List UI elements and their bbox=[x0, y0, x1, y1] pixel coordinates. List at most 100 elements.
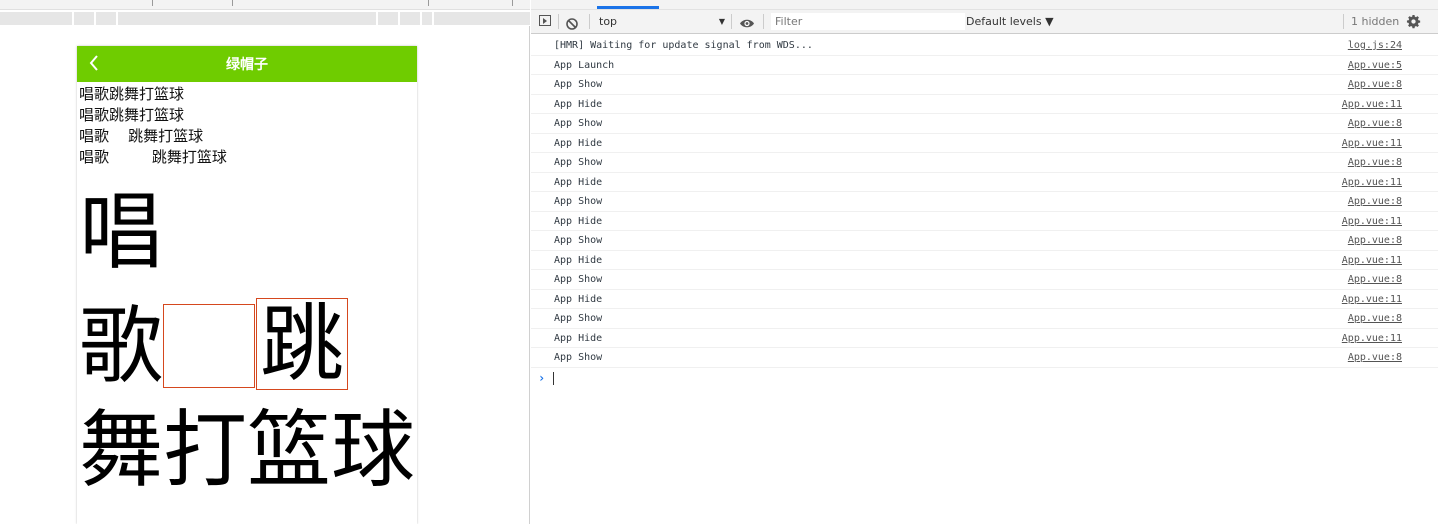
log-source-link[interactable]: App.vue:8 bbox=[1348, 231, 1402, 250]
simulator-pane: 绿帽子 唱歌跳舞打篮球 唱歌跳舞打篮球 唱歌 跳舞打篮球 唱歌 跳舞打篮球 唱 … bbox=[0, 0, 530, 524]
log-source-link[interactable]: App.vue:8 bbox=[1348, 348, 1402, 367]
log-row: App Launch App.vue:5 bbox=[531, 56, 1438, 75]
log-source-link[interactable]: App.vue:11 bbox=[1342, 290, 1402, 309]
log-message: [HMR] Waiting for update signal from WDS… bbox=[554, 40, 813, 51]
simulator-ruler bbox=[0, 10, 530, 26]
top-bar-tick bbox=[232, 0, 233, 6]
log-message: App Show bbox=[554, 118, 603, 129]
log-source-link[interactable]: App.vue:11 bbox=[1342, 251, 1402, 270]
large-char: 唱 bbox=[79, 183, 164, 281]
prompt-chevron-icon: › bbox=[538, 370, 546, 385]
text-line: 唱歌 跳舞打篮球 bbox=[79, 127, 204, 145]
ruler-segment bbox=[434, 12, 530, 25]
large-char: 跳 bbox=[260, 295, 345, 393]
log-message: App Show bbox=[554, 313, 603, 324]
log-levels-dropdown[interactable]: Default levels ▼ bbox=[966, 10, 1054, 33]
devtools-tab-strip bbox=[531, 0, 1438, 10]
toolbar-divider bbox=[763, 14, 764, 29]
navigation-bar: 绿帽子 bbox=[77, 46, 417, 82]
large-text-block: 唱 歌 跳 舞打篮球 bbox=[79, 168, 417, 492]
toolbar-divider bbox=[731, 14, 732, 29]
log-source-link[interactable]: App.vue:11 bbox=[1342, 173, 1402, 192]
top-bar-tick bbox=[152, 0, 153, 6]
ruler-segment bbox=[378, 12, 398, 25]
log-row: App Hide App.vue:11 bbox=[531, 134, 1438, 153]
sidebar-toggle-icon[interactable] bbox=[539, 15, 551, 26]
top-bar-tick bbox=[428, 0, 429, 6]
ruler-segment bbox=[0, 12, 72, 25]
log-source-link[interactable]: App.vue:8 bbox=[1348, 75, 1402, 94]
log-source-link[interactable]: log.js:24 bbox=[1348, 36, 1402, 55]
red-box-char: 跳 bbox=[256, 298, 348, 390]
log-row: App Show App.vue:8 bbox=[531, 75, 1438, 95]
log-row: [HMR] Waiting for update signal from WDS… bbox=[531, 36, 1438, 56]
eye-icon[interactable] bbox=[739, 15, 755, 28]
clear-console-icon[interactable] bbox=[566, 15, 578, 30]
page-content: 唱歌跳舞打篮球 唱歌跳舞打篮球 唱歌 跳舞打篮球 唱歌 跳舞打篮球 唱 歌 跳 … bbox=[79, 84, 417, 492]
log-row: App Hide App.vue:11 bbox=[531, 329, 1438, 348]
text-line: 唱歌 跳舞打篮球 bbox=[79, 148, 227, 166]
eye-glyph bbox=[740, 19, 754, 28]
simulator-top-bar bbox=[0, 0, 530, 10]
log-source-link[interactable]: App.vue:11 bbox=[1342, 95, 1402, 114]
log-message: App Hide bbox=[554, 98, 603, 110]
log-message: App Hide bbox=[554, 293, 603, 305]
log-message: App Launch bbox=[554, 59, 615, 71]
log-row: App Show App.vue:8 bbox=[531, 114, 1438, 134]
log-source-link[interactable]: App.vue:8 bbox=[1348, 192, 1402, 211]
log-source-link[interactable]: App.vue:11 bbox=[1342, 134, 1402, 153]
log-source-link[interactable]: App.vue:8 bbox=[1348, 309, 1402, 328]
log-source-link[interactable]: App.vue:8 bbox=[1348, 153, 1402, 172]
log-row: App Hide App.vue:11 bbox=[531, 95, 1438, 114]
large-char: 歌 bbox=[79, 297, 164, 395]
log-source-link[interactable]: App.vue:11 bbox=[1342, 212, 1402, 231]
log-row: App Hide App.vue:11 bbox=[531, 173, 1438, 192]
log-message: App Hide bbox=[554, 332, 603, 344]
console-toolbar: top ▼ Default levels ▼ 1 hidden bbox=[531, 10, 1438, 34]
console-messages: [HMR] Waiting for update signal from WDS… bbox=[531, 36, 1438, 388]
context-selector[interactable]: top ▼ bbox=[599, 10, 725, 33]
log-row: App Show App.vue:8 bbox=[531, 192, 1438, 212]
log-row: App Hide App.vue:11 bbox=[531, 251, 1438, 270]
ruler-segment bbox=[74, 12, 94, 25]
ruler-segment bbox=[422, 12, 432, 25]
empty-red-box bbox=[163, 304, 255, 388]
text-line: 唱歌跳舞打篮球 bbox=[79, 106, 185, 124]
toolbar-divider bbox=[589, 14, 590, 29]
log-row: App Hide App.vue:11 bbox=[531, 290, 1438, 309]
log-row: App Show App.vue:8 bbox=[531, 309, 1438, 329]
large-char-group: 舞打篮球 bbox=[79, 401, 416, 499]
log-message: App Show bbox=[554, 274, 603, 285]
log-message: App Show bbox=[554, 157, 603, 168]
clear-console-glyph bbox=[566, 18, 578, 30]
log-source-link[interactable]: App.vue:5 bbox=[1348, 56, 1402, 75]
top-bar-tick bbox=[512, 0, 513, 6]
active-tab-indicator bbox=[597, 6, 659, 9]
devtools-console-panel: top ▼ Default levels ▼ 1 hidden [HMR] Wa… bbox=[531, 0, 1438, 524]
log-row: App Show App.vue:8 bbox=[531, 270, 1438, 290]
ruler-segment bbox=[118, 12, 376, 25]
dropdown-arrow-icon: ▼ bbox=[718, 17, 725, 26]
log-row: App Show App.vue:8 bbox=[531, 153, 1438, 173]
log-source-link[interactable]: App.vue:8 bbox=[1348, 114, 1402, 133]
toolbar-divider bbox=[1343, 14, 1344, 29]
hidden-messages-count: 1 hidden bbox=[1351, 15, 1400, 28]
log-row: App Show App.vue:8 bbox=[531, 231, 1438, 251]
console-prompt[interactable]: › bbox=[531, 368, 1438, 388]
phone-screen: 绿帽子 唱歌跳舞打篮球 唱歌跳舞打篮球 唱歌 跳舞打篮球 唱歌 跳舞打篮球 唱 … bbox=[77, 46, 417, 524]
text-line: 唱歌跳舞打篮球 bbox=[79, 85, 185, 103]
toolbar-divider bbox=[558, 14, 559, 29]
filter-input[interactable] bbox=[771, 13, 965, 30]
log-row: App Show App.vue:8 bbox=[531, 348, 1438, 368]
log-message: App Hide bbox=[554, 215, 603, 227]
page-title: 绿帽子 bbox=[226, 57, 268, 73]
log-message: App Show bbox=[554, 79, 603, 90]
gear-icon[interactable] bbox=[1406, 14, 1421, 29]
log-message: App Show bbox=[554, 235, 603, 246]
ruler-segment bbox=[96, 12, 116, 25]
log-message: App Show bbox=[554, 196, 603, 207]
log-row: App Hide App.vue:11 bbox=[531, 212, 1438, 231]
log-source-link[interactable]: App.vue:11 bbox=[1342, 329, 1402, 348]
log-message: App Hide bbox=[554, 254, 603, 266]
log-source-link[interactable]: App.vue:8 bbox=[1348, 270, 1402, 289]
